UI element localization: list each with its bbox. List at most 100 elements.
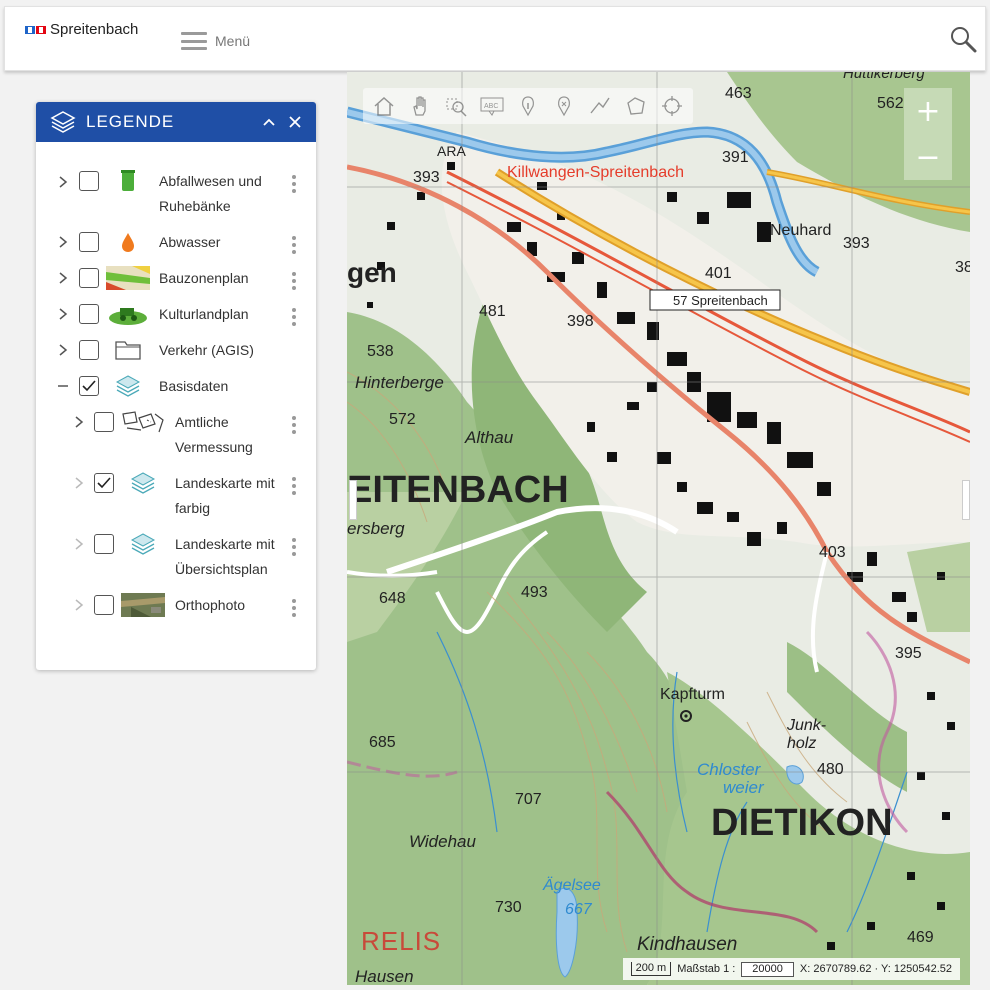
layers-icon [106, 373, 150, 399]
height-label: 393 [413, 169, 440, 186]
town-label-dietikon: DIETIKON [711, 802, 893, 844]
town-label-spreitenbach: EITENBACH [347, 469, 569, 511]
more-options-icon[interactable] [292, 477, 296, 495]
layer-label: Abwasser [159, 234, 221, 250]
layer-label: Bauzonenplan [159, 270, 249, 286]
legend-item[interactable]: Abwasser [36, 229, 316, 255]
more-options-icon[interactable] [292, 236, 296, 254]
orthophoto-icon [121, 592, 165, 618]
more-options-icon[interactable] [292, 308, 296, 326]
chevron-right-icon[interactable] [58, 176, 68, 188]
hamburger-icon [181, 32, 207, 50]
more-options-icon[interactable] [292, 538, 296, 556]
collapse-icon[interactable] [262, 115, 276, 129]
height-label: 395 [895, 645, 922, 662]
app-root: Spreitenbach Menü Killwangen-Spreitenbac… [0, 0, 990, 990]
height-label: 685 [369, 734, 396, 751]
trash-bin-icon [106, 168, 150, 194]
left-resize-handle[interactable] [349, 480, 357, 520]
search-button[interactable] [949, 25, 977, 53]
marker-tool[interactable] [549, 91, 579, 121]
chevron-right-icon[interactable] [74, 477, 84, 489]
measure-area-tool[interactable] [621, 91, 651, 121]
station-label: Killwangen-Spreitenbach [507, 164, 684, 181]
scale-bar: 200 m Maßstab 1 : 20000 X: 2670789.62 · … [622, 958, 960, 980]
layer-checkbox[interactable] [94, 534, 114, 554]
text-tool[interactable]: ABC [477, 91, 507, 121]
legend-item[interactable]: Landeskarte mit farbig [36, 470, 316, 520]
checkmark-icon [97, 477, 111, 489]
more-options-icon[interactable] [292, 416, 296, 434]
menu-button[interactable]: Menü [181, 32, 250, 50]
label-hausen: Hausen [355, 967, 414, 985]
info-tool[interactable] [513, 91, 543, 121]
hand-icon [413, 96, 426, 116]
locate-tool[interactable] [657, 91, 687, 121]
chevron-right-icon[interactable] [58, 308, 68, 320]
layer-checkbox[interactable] [79, 268, 99, 288]
chevron-right-icon[interactable] [74, 599, 84, 611]
scale-distance: 200 m [630, 962, 672, 976]
label-neuhard: Neuhard [770, 222, 831, 239]
water-drop-icon [106, 229, 150, 255]
height-label: 707 [515, 791, 542, 808]
measure-area-icon [627, 97, 645, 115]
right-resize-handle[interactable] [962, 480, 970, 520]
map-toolbar: ABC [363, 88, 693, 124]
legend-item[interactable]: Orthophoto [36, 592, 316, 618]
map-view[interactable]: Killwangen-Spreitenbach 57 Spreitenbach … [347, 72, 970, 985]
layer-checkbox[interactable] [94, 412, 114, 432]
zoom-out-button[interactable]: − [904, 134, 952, 180]
label-kapfturm: Kapfturm [660, 686, 725, 703]
chevron-right-icon[interactable] [74, 538, 84, 550]
zoom-area-tool[interactable] [441, 91, 471, 121]
layer-checkbox[interactable] [79, 376, 99, 396]
chevron-right-icon[interactable] [58, 344, 68, 356]
pan-tool[interactable] [405, 91, 435, 121]
legend-item[interactable]: Landeskarte mit Übersichtsplan [36, 531, 316, 581]
more-options-icon[interactable] [292, 599, 296, 617]
swiss-flag-icon [25, 25, 46, 34]
layer-checkbox[interactable] [79, 232, 99, 252]
legend-item[interactable]: Verkehr (AGIS) [36, 337, 316, 363]
layer-label: Verkehr (AGIS) [159, 342, 254, 358]
collapse-minus-icon[interactable] [58, 381, 68, 391]
map-canvas[interactable]: Killwangen-Spreitenbach 57 Spreitenbach … [347, 72, 970, 985]
layer-checkbox[interactable] [94, 473, 114, 493]
scale-label: Maßstab 1 : [677, 963, 736, 975]
home-icon [374, 96, 394, 116]
legend-item[interactable]: Basisdaten [36, 373, 316, 399]
label-chloster: Chloster [697, 760, 762, 779]
layer-checkbox[interactable] [94, 595, 114, 615]
height-label: 667 [565, 901, 593, 918]
measure-line-tool[interactable] [585, 91, 615, 121]
zoom-control: + − [904, 88, 952, 180]
layer-checkbox[interactable] [79, 171, 99, 191]
label-hinterberge: Hinterberge [355, 373, 444, 392]
legend-item[interactable]: Bauzonenplan [36, 265, 316, 291]
home-tool[interactable] [369, 91, 399, 121]
chevron-right-icon[interactable] [74, 416, 84, 428]
more-options-icon[interactable] [292, 175, 296, 193]
chevron-right-icon[interactable] [58, 236, 68, 248]
zoom-in-button[interactable]: + [904, 88, 952, 134]
legend-panel: LEGENDE Abfallwesen und Ruhebänke Abwass… [36, 102, 316, 670]
scale-input[interactable]: 20000 [741, 961, 794, 977]
brand[interactable]: Spreitenbach [25, 21, 138, 38]
more-options-icon[interactable] [292, 272, 296, 290]
height-label: 403 [819, 544, 846, 561]
folder-icon [106, 337, 150, 363]
layer-checkbox[interactable] [79, 304, 99, 324]
chevron-right-icon[interactable] [58, 272, 68, 284]
map-pin-icon [558, 96, 570, 117]
layer-checkbox[interactable] [79, 340, 99, 360]
close-icon[interactable] [288, 115, 302, 129]
label-ara: ARA [437, 143, 466, 159]
legend-item[interactable]: Abfallwesen und Ruhebänke [36, 168, 316, 218]
legend-item[interactable]: Kulturlandplan [36, 301, 316, 327]
layer-label: Amtliche Vermessung [175, 414, 253, 455]
height-label: 562 [877, 95, 904, 112]
height-label: 480 [817, 761, 844, 778]
relis-logo: RELIS [361, 926, 442, 956]
legend-item[interactable]: Amtliche Vermessung [36, 409, 316, 459]
